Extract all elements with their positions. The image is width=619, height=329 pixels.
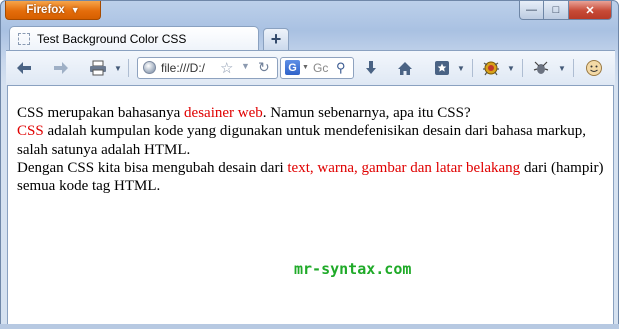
bug-icon: [483, 61, 499, 76]
watermark-logo: mr-syntax.com: [294, 260, 412, 278]
tab-title: Test Background Color CSS: [37, 32, 187, 46]
text-line1-start: CSS merupakan bahasanya: [17, 105, 185, 121]
address-bar[interactable]: file:///D:/ ☆ ▼ ↻: [137, 57, 278, 79]
addon-bug-button[interactable]: [481, 58, 501, 78]
firebug-icon: [533, 61, 549, 74]
download-arrow-icon: [366, 61, 376, 74]
home-icon: [398, 61, 412, 75]
text-line2: adalah kumpulan kode yang digunakan untu…: [17, 123, 587, 158]
close-window-button[interactable]: ✕: [569, 1, 612, 20]
printer-icon: [90, 60, 106, 76]
browser-window: Firefox ▼ — □ ✕ Test Background Color CS…: [0, 0, 619, 329]
window-controls: — □ ✕: [519, 1, 612, 20]
text-line3-start: Dengan CSS kita bisa mengubah desain dar…: [17, 159, 288, 176]
toolbar-divider: [472, 59, 473, 77]
toolbar-divider: [522, 59, 523, 77]
history-dropdown-icon[interactable]: ▼: [241, 61, 250, 71]
back-button[interactable]: [14, 59, 34, 77]
new-tab-button[interactable]: +: [263, 28, 289, 50]
search-bar[interactable]: G ▼ Gc ⚲: [280, 57, 354, 79]
forward-arrow-icon: [54, 62, 68, 74]
firefox-menu-button[interactable]: Firefox ▼: [5, 1, 101, 20]
back-arrow-icon: [17, 62, 31, 74]
minimize-button[interactable]: —: [519, 1, 544, 20]
home-button[interactable]: [396, 59, 414, 77]
bookmarks-icon: [435, 61, 449, 75]
toolbar-divider: [573, 59, 574, 77]
bookmarks-dropdown-chevron-icon[interactable]: ▼: [456, 61, 466, 75]
highlight-css: CSS: [17, 123, 44, 140]
highlight-desainer-web: desainer web: [184, 105, 263, 121]
navigation-toolbar: ▼ file:///D:/ ☆ ▼ ↻ G ▼ Gc ⚲ ▼ ▼ ▼: [6, 50, 615, 85]
maximize-button[interactable]: □: [544, 1, 569, 20]
addon-firebug-dropdown-chevron-icon[interactable]: ▼: [557, 61, 567, 75]
reload-icon[interactable]: ↻: [258, 59, 270, 76]
firefox-menu-label: Firefox: [26, 4, 65, 16]
text-line1-end: . Namun sebenarnya, apa itu CSS?: [262, 105, 471, 121]
article-text: CSS merupakan bahasanya desainer web. Na…: [17, 104, 607, 195]
addon-bug-dropdown-chevron-icon[interactable]: ▼: [506, 61, 516, 75]
smiley-icon: [586, 60, 602, 76]
toolbar-divider: [128, 59, 129, 77]
search-input[interactable]: Gc: [313, 61, 328, 75]
search-engine-dropdown-icon[interactable]: ▼: [302, 64, 309, 71]
search-engine-icon[interactable]: G: [285, 60, 300, 75]
url-text[interactable]: file:///D:/: [161, 61, 205, 75]
downloads-button[interactable]: [362, 59, 380, 77]
page-favicon-icon: [18, 33, 30, 45]
chevron-down-icon: ▼: [70, 5, 80, 15]
bookmarks-button[interactable]: [433, 59, 451, 77]
magnifier-icon[interactable]: ⚲: [336, 60, 346, 76]
print-dropdown-chevron-icon[interactable]: ▼: [113, 61, 123, 75]
globe-icon: [143, 61, 156, 74]
bookmark-star-icon[interactable]: ☆: [220, 59, 233, 77]
highlight-design-elements: text, warna, gambar dan latar belakang: [287, 159, 521, 176]
tab-active[interactable]: Test Background Color CSS: [9, 26, 259, 51]
window-bottom-edge: [0, 324, 619, 329]
page-content: CSS merupakan bahasanya desainer web. Na…: [7, 85, 614, 325]
print-button[interactable]: [88, 58, 108, 78]
addon-smiley-button[interactable]: [584, 58, 604, 78]
addon-firebug-button[interactable]: [531, 58, 551, 78]
forward-button[interactable]: [51, 59, 71, 77]
